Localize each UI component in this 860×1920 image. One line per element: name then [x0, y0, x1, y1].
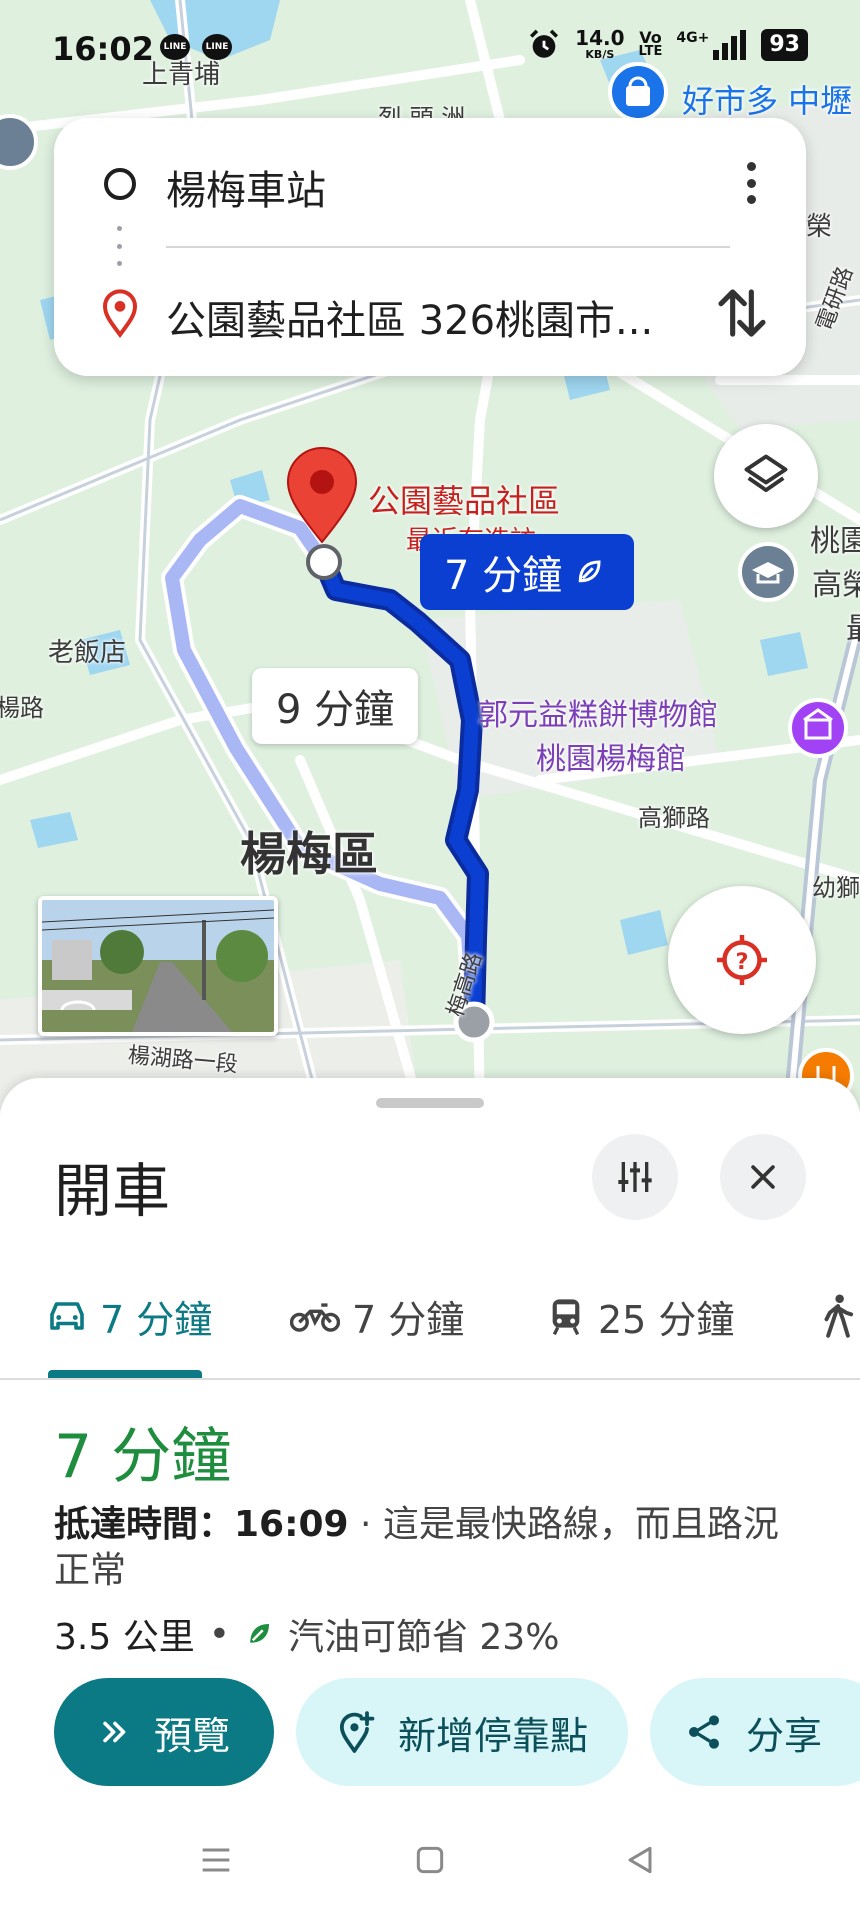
tab-label: 7 分鐘: [100, 1297, 213, 1342]
tune-icon: [618, 1162, 652, 1192]
double-chevron-right-icon: [103, 1721, 126, 1743]
preview-label: 預覽: [153, 1713, 230, 1758]
close-icon: [751, 1165, 775, 1189]
share-button[interactable]: 分享: [650, 1678, 860, 1786]
swap-direction-button[interactable]: [714, 282, 770, 344]
distance-info: 3.5 公里 • 汽油可節省 23%: [54, 1608, 559, 1660]
preview-button[interactable]: 預覽: [54, 1678, 274, 1786]
travel-mode-title: 開車: [54, 1157, 171, 1225]
tab-label: 7 分鐘: [352, 1297, 465, 1342]
travel-mode-tabs: 7 分鐘 7 分鐘 25 分鐘: [0, 1274, 860, 1358]
motorcycle-icon: [290, 1303, 340, 1332]
tab-walking[interactable]: [818, 1274, 858, 1358]
more-options-button[interactable]: [736, 158, 766, 208]
destination-field[interactable]: 公園藝品社區 326桃園市...: [54, 278, 806, 348]
sheet-drag-handle[interactable]: [376, 1098, 484, 1108]
walking-icon: [824, 1294, 854, 1338]
field-divider: [166, 246, 730, 248]
map-label[interactable]: 郭元益糕餅博物館: [478, 690, 718, 734]
map-label: 高獅路: [638, 804, 710, 832]
car-icon: [50, 1302, 84, 1330]
active-tab-indicator: [48, 1370, 202, 1378]
transit-icon: [552, 1299, 580, 1336]
tab-label: 25 分鐘: [598, 1297, 735, 1342]
primary-route-time-bubble[interactable]: 7 分鐘: [420, 534, 635, 610]
fuel-saving: 汽油可節省 23%: [287, 1617, 560, 1658]
system-navigation-bar: [0, 1826, 860, 1898]
alarm-icon: [530, 29, 559, 58]
eco-leaf-icon: [578, 560, 601, 583]
primary-route-time: 7 分鐘: [444, 553, 563, 599]
svg-text:?: ?: [735, 949, 748, 975]
add-stop-label: 新增停靠點: [397, 1713, 588, 1758]
layers-button[interactable]: [714, 424, 818, 528]
directions-bottom-sheet: 開車 7 分鐘 7 分鐘 25 分鐘 7 分鐘 抵達時間：16:09 · 這是最…: [0, 1078, 860, 1920]
status-indicators: 14.0 KB/S Vo LTE 4G+ 93: [527, 28, 808, 62]
school-pin: [738, 542, 798, 602]
tab-motorcycle[interactable]: 7 分鐘: [290, 1274, 464, 1358]
arrival-info: 抵達時間：16:09 · 這是最快路線，而且路況正常: [54, 1502, 794, 1594]
district-label: 楊梅區: [240, 827, 378, 881]
close-button[interactable]: [720, 1134, 806, 1220]
map-label: 最: [846, 604, 860, 648]
layers-icon: [744, 454, 788, 493]
signal-indicator: 4G+: [676, 30, 747, 60]
map-label: 幼獅: [812, 874, 860, 902]
route-search-card: 楊梅車站 公園藝品社區 326桃園市...: [54, 118, 806, 376]
map-label[interactable]: 公園藝品社區: [368, 476, 560, 522]
tab-transit[interactable]: 25 分鐘: [546, 1274, 734, 1358]
route-connector-icon: [117, 226, 123, 266]
route-duration: 7 分鐘: [54, 1422, 232, 1492]
map-label: 桃園: [810, 524, 860, 559]
destination-text: 公園藝品社區 326桃園市...: [166, 298, 654, 344]
museum-pin: [788, 698, 848, 758]
street-view-image: [42, 900, 274, 1032]
tab-driving[interactable]: 7 分鐘: [46, 1274, 212, 1358]
destination-dot: [306, 544, 342, 580]
volte-indicator: Vo LTE: [638, 28, 663, 59]
map-label: 楊路: [0, 694, 44, 722]
map-label: 高榮: [812, 568, 860, 603]
location-unknown-icon: ?: [717, 935, 767, 985]
line-notification-icon: LINE: [202, 34, 232, 60]
route-distance: 3.5 公里: [54, 1617, 195, 1658]
tabs-divider: [0, 1378, 860, 1380]
destination-pin-icon: [102, 289, 138, 338]
alt-route-time: 9 分鐘: [276, 687, 395, 733]
street-view-thumbnail[interactable]: [38, 896, 278, 1036]
status-bar: 16:02 LINE LINE 14.0 KB/S Vo LTE 4G+ 93: [0, 0, 860, 90]
separator-dot: •: [208, 1613, 230, 1655]
signal-bars-icon: [713, 30, 747, 60]
alt-route-time-bubble[interactable]: 9 分鐘: [252, 668, 419, 744]
status-time: 16:02: [52, 30, 154, 68]
map-label: 榮: [806, 212, 833, 242]
route-options-button[interactable]: [592, 1134, 678, 1220]
back-icon[interactable]: [620, 1838, 660, 1882]
map-label: 老飯店: [48, 638, 127, 668]
network-speed: 14.0 KB/S: [575, 26, 625, 61]
recent-apps-icon[interactable]: [196, 1838, 236, 1882]
origin-text: 楊梅車站: [166, 168, 326, 214]
share-label: 分享: [746, 1713, 823, 1758]
origin-circle-icon: [104, 168, 136, 200]
recenter-location-button[interactable]: ?: [668, 886, 816, 1034]
arrival-time: 抵達時間：16:09: [54, 1504, 349, 1545]
line-notification-icon: LINE: [160, 34, 190, 60]
eco-leaf-icon: [250, 1624, 269, 1643]
add-stop-button[interactable]: 新增停靠點: [296, 1678, 628, 1786]
map-label: 桃園楊梅館: [536, 742, 686, 777]
left-poi-pin: [0, 114, 38, 170]
add-location-icon: [339, 1711, 375, 1753]
share-icon: [689, 1715, 719, 1749]
home-icon[interactable]: [410, 1838, 450, 1882]
battery-indicator: 93: [761, 29, 808, 61]
origin-field[interactable]: 楊梅車站: [54, 148, 806, 218]
